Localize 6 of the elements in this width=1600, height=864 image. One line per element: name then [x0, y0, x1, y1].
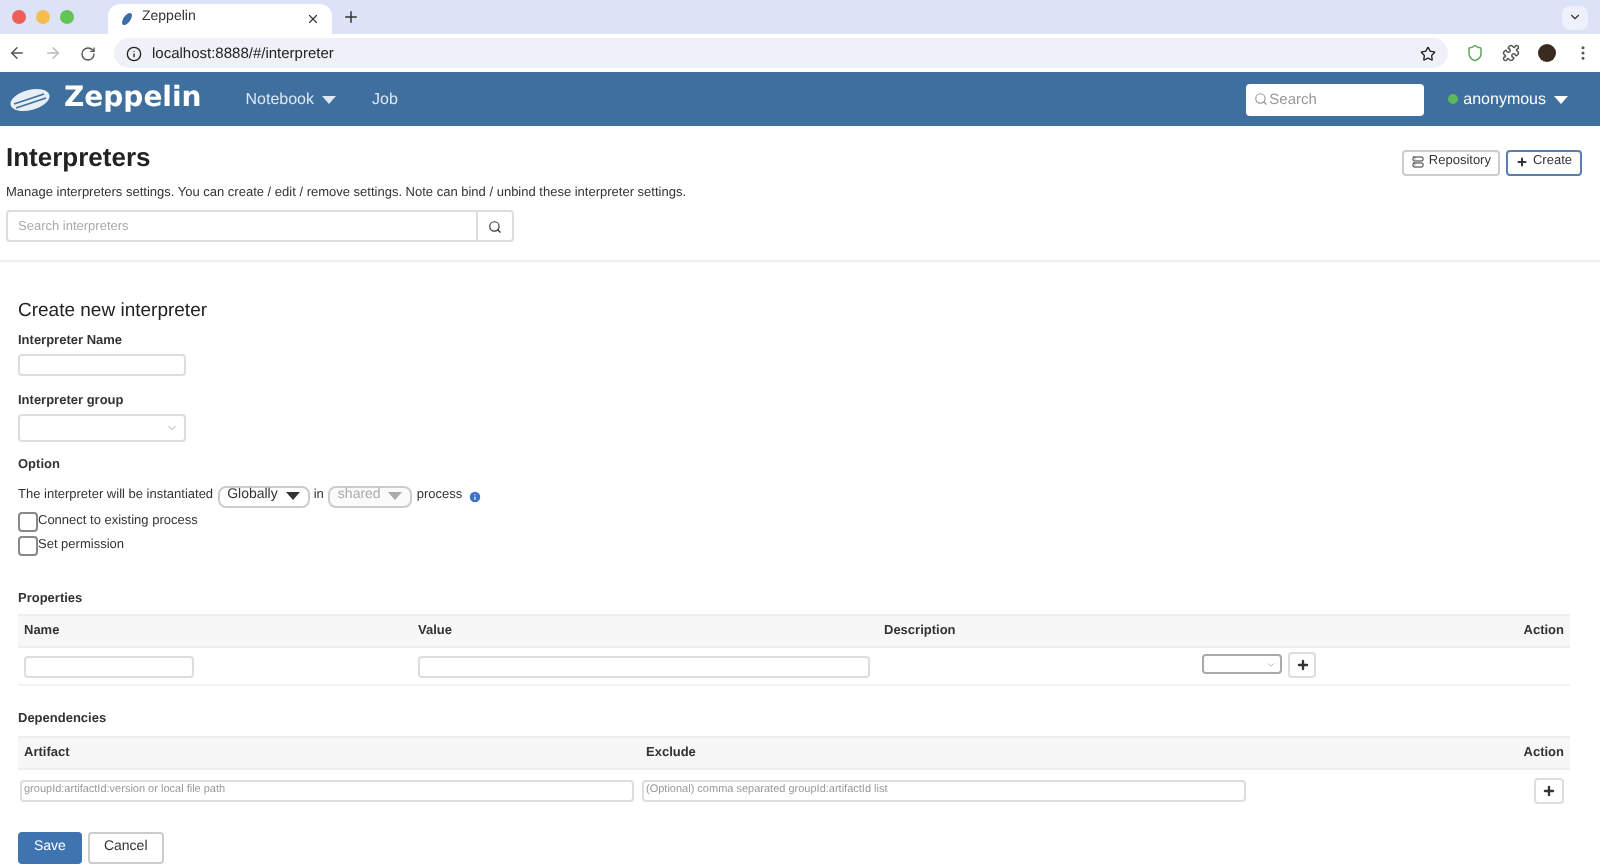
nav-menu-item[interactable]: Notebook	[245, 87, 336, 112]
form-title: Create new interpreter	[18, 298, 210, 326]
page-title: Interpreters	[6, 139, 153, 176]
nav-menu-item[interactable]: Job	[372, 87, 398, 112]
brand-name[interactable]: Zeppelin	[64, 78, 202, 121]
user-menu[interactable]: anonymous	[1463, 87, 1568, 112]
